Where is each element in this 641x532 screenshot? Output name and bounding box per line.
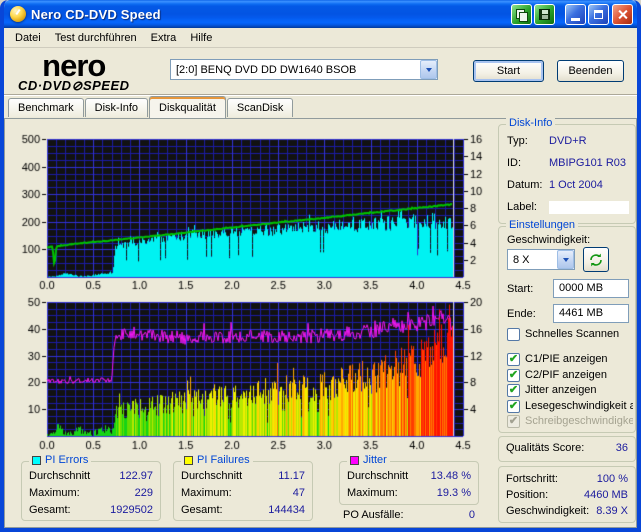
checkbox-jitter-label: Jitter anzeigen	[525, 384, 597, 396]
menu-hilfe[interactable]: Hilfe	[183, 30, 219, 46]
diskqualitaet-page: Disk-Info Typ: DVD+R ID: MBIPG101 R03 Da…	[4, 118, 637, 528]
speed-label: Geschwindigkeit:	[507, 234, 590, 246]
menu-extra[interactable]: Extra	[144, 30, 184, 46]
settings-title: Einstellungen	[506, 219, 578, 231]
pi-failures-legend-swatch	[184, 456, 193, 465]
tab-diskqualitaet[interactable]: Diskqualität	[149, 96, 226, 118]
end-input[interactable]: 4461 MB	[553, 304, 629, 323]
drive-select[interactable]: [2:0] BENQ DVD DD DW1640 BSOB	[170, 59, 438, 80]
checkbox-lesegeschwindigkeit-row: ✔ Lesegeschwindigkeit a	[507, 399, 633, 413]
tab-benchmark[interactable]: Benchmark	[8, 98, 84, 117]
scan-start-row: Start: 0000 MB	[507, 279, 629, 298]
disk-id-row: ID: MBIPG101 R03	[507, 157, 629, 169]
pi-errors-speed-chart	[7, 127, 495, 293]
app-icon	[10, 6, 26, 22]
menubar: Datei Test durchführen Extra Hilfe	[4, 28, 637, 48]
checkbox-jitter-row: ✔ Jitter anzeigen	[507, 383, 633, 397]
jitter-group: Jitter Durchschnitt13.48 % Maximum:19.3 …	[339, 461, 479, 505]
titlebar: Nero CD-DVD Speed	[4, 0, 637, 28]
checkbox-c1-pie-label: C1/PIE anzeigen	[525, 353, 608, 365]
progress-row: Fortschritt: 100 %	[506, 473, 628, 485]
refresh-icon	[588, 252, 604, 268]
checkbox-schreibgeschwindigkeit-label: Schreibgeschwindigkei	[525, 415, 633, 427]
speed-row: Geschwindigkeit: 8.39 X	[506, 505, 628, 517]
speed-select-value: 8 X	[508, 254, 557, 266]
client-area: Datei Test durchführen Extra Hilfe nero …	[4, 28, 637, 528]
copy-button[interactable]	[511, 4, 532, 25]
maximize-button[interactable]	[588, 4, 609, 25]
scan-end-row: Ende: 4461 MB	[507, 304, 629, 323]
settings-group: Einstellungen Geschwindigkeit: 8 X Start…	[498, 226, 636, 433]
maximize-icon	[594, 10, 603, 19]
nero-logo: nero CD·DVD⊘SPEED	[18, 50, 130, 92]
checkbox-schreibgeschwindigkeit[interactable]: ✔	[507, 415, 520, 428]
pi-failures-jitter-chart	[7, 293, 495, 455]
checkbox-c1-pie-row: ✔ C1/PIE anzeigen	[507, 352, 633, 366]
checkbox-lesegeschwindigkeit-label: Lesegeschwindigkeit a	[525, 400, 633, 412]
checkbox-c1-pie[interactable]: ✔	[507, 353, 520, 366]
minimize-icon	[571, 18, 580, 21]
start-input[interactable]: 0000 MB	[553, 279, 629, 298]
copy-icon	[516, 9, 527, 20]
quality-score-row: Qualitäts Score: 36	[506, 442, 628, 454]
checkbox-c2-pif-label: C2/PIF anzeigen	[525, 369, 607, 381]
po-failures-row: PO Ausfälle: 0	[343, 509, 479, 521]
menu-datei[interactable]: Datei	[8, 30, 48, 46]
speed-select[interactable]: 8 X	[507, 249, 575, 270]
drive-select-value: [2:0] BENQ DVD DD DW1640 BSOB	[171, 64, 420, 76]
progress-group: Fortschritt: 100 % Position: 4460 MB Ges…	[498, 466, 636, 523]
titlebar-buttons	[511, 4, 633, 25]
jitter-legend-swatch	[350, 456, 359, 465]
quality-score-value: 36	[616, 442, 628, 454]
quality-score-group: Qualitäts Score: 36	[498, 436, 636, 462]
disk-info-title: Disk-Info	[506, 117, 555, 129]
minimize-button[interactable]	[565, 4, 586, 25]
disk-type-row: Typ: DVD+R	[507, 135, 629, 147]
checkbox-jitter[interactable]: ✔	[507, 384, 520, 397]
save-icon	[539, 9, 550, 20]
pi-failures-group: PI Failures Durchschnitt11.17 Maximum:47…	[173, 461, 313, 521]
quit-button[interactable]: Beenden	[557, 60, 624, 82]
checkbox-c2-pif[interactable]: ✔	[507, 369, 520, 382]
nero-logo-subtext: CD·DVD⊘SPEED	[18, 79, 130, 92]
start-button[interactable]: Start	[473, 60, 544, 82]
checkbox-schnelles-scannen[interactable]	[507, 328, 520, 341]
tab-disk-info[interactable]: Disk-Info	[85, 98, 148, 117]
window-title: Nero CD-DVD Speed	[31, 7, 511, 22]
close-icon	[617, 9, 628, 20]
disk-info-group: Disk-Info Typ: DVD+R ID: MBIPG101 R03 Da…	[498, 124, 636, 224]
tabstrip: Benchmark Disk-Info Diskqualität ScanDis…	[4, 95, 637, 117]
checkbox-schreibgeschwindigkeit-row: ✔ Schreibgeschwindigkei	[507, 414, 633, 428]
label-field[interactable]	[549, 201, 629, 214]
refresh-button[interactable]	[583, 247, 609, 272]
chevron-down-icon[interactable]	[557, 250, 574, 269]
save-button[interactable]	[534, 4, 555, 25]
tab-scandisk[interactable]: ScanDisk	[227, 98, 293, 117]
nero-logo-text: nero	[18, 50, 130, 81]
disk-label-row: Label:	[507, 201, 629, 214]
checkbox-schnelles-scannen-row: Schnelles Scannen	[507, 327, 633, 341]
checkbox-schnelles-scannen-label: Schnelles Scannen	[525, 328, 619, 340]
app-window: Nero CD-DVD Speed Datei Test durchführen…	[0, 0, 641, 532]
checkbox-lesegeschwindigkeit[interactable]: ✔	[507, 400, 520, 413]
chevron-down-icon[interactable]	[420, 60, 437, 79]
menu-test-durchfuehren[interactable]: Test durchführen	[48, 30, 144, 46]
close-button[interactable]	[612, 4, 633, 25]
pi-errors-group: PI Errors Durchschnitt122.97 Maximum:229…	[21, 461, 161, 521]
disk-date-row: Datum: 1 Oct 2004	[507, 179, 629, 191]
pi-errors-legend-swatch	[32, 456, 41, 465]
checkbox-c2-pif-row: ✔ C2/PIF anzeigen	[507, 368, 633, 382]
header: nero CD·DVD⊘SPEED [2:0] BENQ DVD DD DW16…	[4, 48, 637, 95]
position-row: Position: 4460 MB	[506, 489, 628, 501]
